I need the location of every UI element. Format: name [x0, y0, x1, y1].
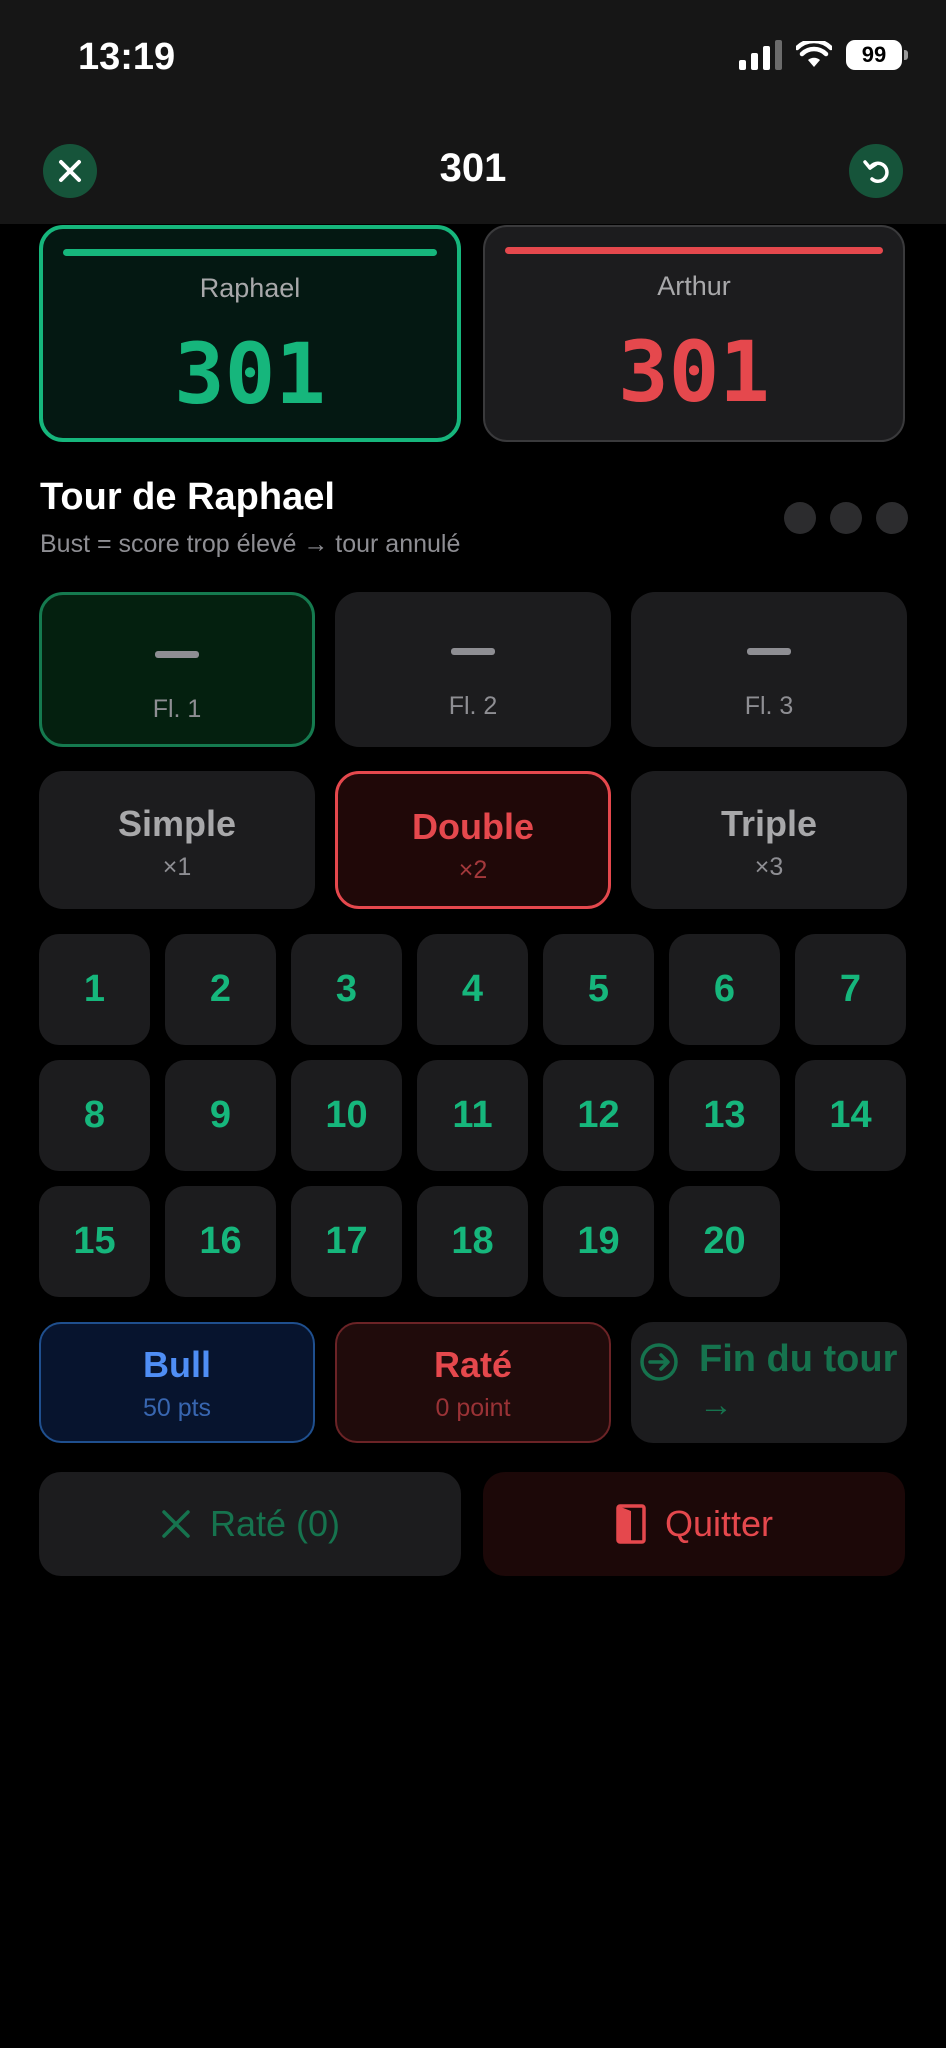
battery-icon: 99: [846, 40, 908, 70]
multiplier-factor: ×2: [458, 856, 488, 884]
dart-slot-1[interactable]: Fl. 1: [39, 592, 315, 747]
multiplier-name: Simple: [117, 803, 237, 844]
x-icon: [162, 1510, 190, 1538]
number-button-7[interactable]: 7: [795, 934, 906, 1045]
dart-progress-dots: [784, 502, 908, 534]
turn-subtitle: Bust = score trop élevé → tour annulé: [40, 530, 461, 558]
number-button-19[interactable]: 19: [543, 1186, 654, 1297]
arrow-circle-right-icon: [640, 1343, 678, 1381]
dart-dot: [876, 502, 908, 534]
multiplier-name: Triple: [720, 803, 818, 844]
number-button-8[interactable]: 8: [39, 1060, 150, 1171]
player-score: 301: [618, 323, 770, 421]
wifi-icon: [796, 41, 832, 67]
number-button-9[interactable]: 9: [165, 1060, 276, 1171]
end-turn-arrow: →: [699, 1386, 733, 1424]
status-bar: 13:19 99: [0, 0, 946, 120]
quit-button[interactable]: Quitter: [483, 1472, 905, 1576]
undo-button[interactable]: [849, 144, 903, 198]
dart-slot-2[interactable]: Fl. 2: [335, 592, 611, 747]
cellular-signal-icon: [739, 40, 782, 70]
player-score: 301: [174, 325, 326, 423]
bull-label: Bull: [143, 1344, 211, 1385]
player-name: Arthur: [657, 271, 731, 301]
miss-label: Raté: [433, 1344, 513, 1385]
miss-button[interactable]: Raté 0 point: [335, 1322, 611, 1443]
dart-dot: [830, 502, 862, 534]
bull-points: 50 pts: [142, 1394, 212, 1422]
player-color-bar: [505, 247, 883, 254]
door-exit-icon: [616, 1504, 646, 1544]
number-button-16[interactable]: 16: [165, 1186, 276, 1297]
status-icons: 99: [739, 40, 908, 70]
turn-title: Tour de Raphael: [40, 476, 335, 518]
end-turn-button[interactable]: Fin du tour →: [631, 1322, 907, 1443]
undo-icon: [863, 160, 889, 183]
dart-empty-dash: [451, 648, 495, 655]
dart-slot-label: Fl. 1: [152, 695, 202, 723]
player-card-raphael: Raphael 301: [39, 225, 461, 442]
number-button-14[interactable]: 14: [795, 1060, 906, 1171]
miss-count-label: Raté (0): [209, 1503, 341, 1544]
number-button-3[interactable]: 3: [291, 934, 402, 1045]
nav-bar: 301: [0, 120, 946, 224]
number-button-5[interactable]: 5: [543, 934, 654, 1045]
number-button-2[interactable]: 2: [165, 934, 276, 1045]
end-turn-label: Fin du tour: [699, 1338, 898, 1380]
dart-empty-dash: [155, 651, 199, 658]
multiplier-triple-button[interactable]: Triple ×3: [631, 771, 907, 909]
bull-button[interactable]: Bull 50 pts: [39, 1322, 315, 1443]
number-button-6[interactable]: 6: [669, 934, 780, 1045]
dart-empty-dash: [747, 648, 791, 655]
miss-points: 0 point: [435, 1394, 511, 1422]
number-button-1[interactable]: 1: [39, 934, 150, 1045]
dart-slot-3[interactable]: Fl. 3: [631, 592, 907, 747]
number-button-4[interactable]: 4: [417, 934, 528, 1045]
number-button-20[interactable]: 20: [669, 1186, 780, 1297]
dart-slot-label: Fl. 2: [448, 692, 498, 720]
multiplier-factor: ×1: [162, 853, 192, 881]
number-button-10[interactable]: 10: [291, 1060, 402, 1171]
number-button-11[interactable]: 11: [417, 1060, 528, 1171]
number-button-17[interactable]: 17: [291, 1186, 402, 1297]
player-color-bar: [63, 249, 437, 256]
number-button-13[interactable]: 13: [669, 1060, 780, 1171]
number-button-12[interactable]: 12: [543, 1060, 654, 1171]
dart-slot-label: Fl. 3: [744, 692, 794, 720]
status-time: 13:19: [78, 36, 176, 78]
multiplier-double-button[interactable]: Double ×2: [335, 771, 611, 909]
dart-dot: [784, 502, 816, 534]
multiplier-factor: ×3: [754, 853, 784, 881]
number-button-18[interactable]: 18: [417, 1186, 528, 1297]
miss-count-button[interactable]: Raté (0): [39, 1472, 461, 1576]
page-title: 301: [439, 146, 507, 190]
player-card-arthur: Arthur 301: [483, 225, 905, 442]
multiplier-name: Double: [412, 806, 534, 847]
quit-label: Quitter: [664, 1503, 774, 1544]
player-name: Raphael: [199, 273, 301, 303]
number-button-15[interactable]: 15: [39, 1186, 150, 1297]
multiplier-simple-button[interactable]: Simple ×1: [39, 771, 315, 909]
